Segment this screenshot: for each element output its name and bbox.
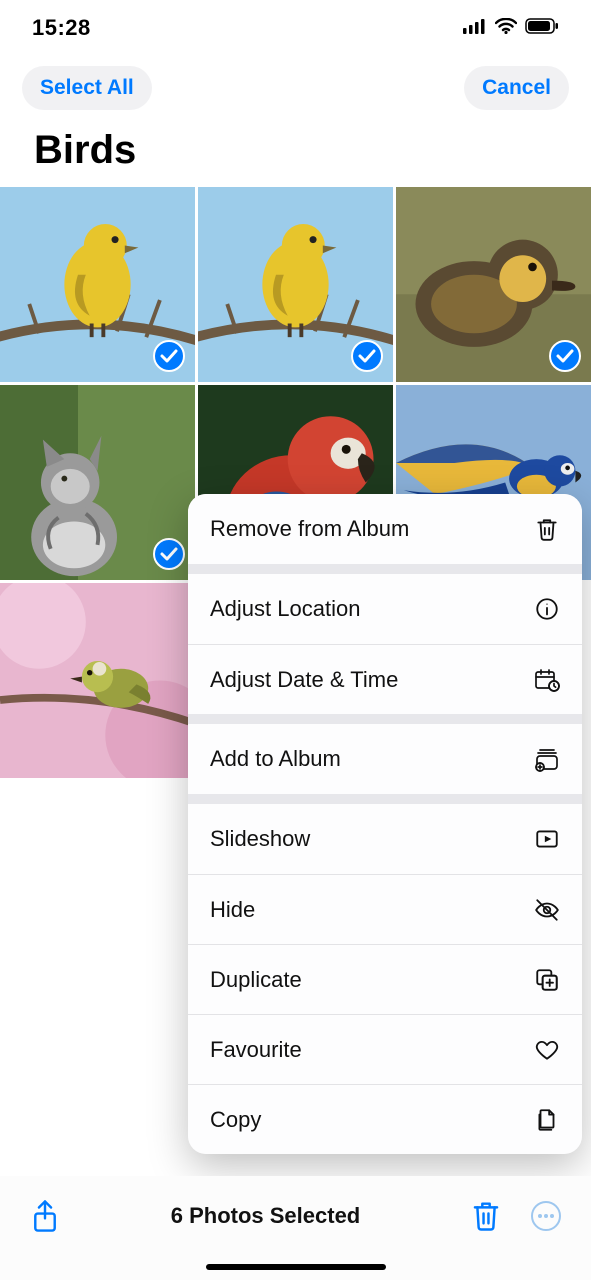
- heart-icon: [534, 1037, 560, 1063]
- menu-label: Duplicate: [210, 967, 302, 993]
- battery-icon: [525, 18, 559, 39]
- status-time: 15:28: [32, 15, 91, 41]
- photo-thumbnail[interactable]: [198, 187, 393, 382]
- photo-thumbnail[interactable]: [0, 385, 195, 580]
- menu-add-to-album[interactable]: Add to Album: [188, 724, 582, 794]
- duplicate-icon: [534, 967, 560, 993]
- status-indicators: [463, 18, 559, 39]
- menu-copy[interactable]: Copy: [188, 1084, 582, 1154]
- menu-label: Adjust Location: [210, 596, 360, 622]
- photo-thumbnail[interactable]: [0, 583, 195, 778]
- cancel-button[interactable]: Cancel: [464, 66, 569, 110]
- status-bar: 15:28: [0, 0, 591, 56]
- info-icon: [534, 596, 560, 622]
- selected-checkmark-icon: [153, 340, 185, 372]
- wifi-icon: [495, 18, 517, 39]
- selected-checkmark-icon: [351, 340, 383, 372]
- photo-thumbnail[interactable]: [396, 187, 591, 382]
- action-sheet: Remove from Album Adjust Location Adjust…: [188, 494, 582, 1154]
- menu-label: Remove from Album: [210, 516, 409, 542]
- more-button[interactable]: [529, 1199, 563, 1233]
- selected-checkmark-icon: [153, 538, 185, 570]
- selected-checkmark-icon: [549, 340, 581, 372]
- share-icon: [30, 1199, 60, 1233]
- menu-label: Slideshow: [210, 826, 310, 852]
- menu-label: Copy: [210, 1107, 261, 1133]
- menu-favourite[interactable]: Favourite: [188, 1014, 582, 1084]
- page-title: Birds: [0, 120, 591, 187]
- menu-label: Favourite: [210, 1037, 302, 1063]
- home-indicator: [206, 1264, 386, 1270]
- trash-icon: [471, 1200, 501, 1232]
- menu-separator: [188, 714, 582, 724]
- menu-adjust-date-time[interactable]: Adjust Date & Time: [188, 644, 582, 714]
- share-button[interactable]: [28, 1199, 62, 1233]
- menu-duplicate[interactable]: Duplicate: [188, 944, 582, 1014]
- calendar-clock-icon: [534, 667, 560, 693]
- select-all-button[interactable]: Select All: [22, 66, 152, 110]
- menu-label: Add to Album: [210, 746, 341, 772]
- nav-bar: Select All Cancel: [0, 56, 591, 120]
- menu-slideshow[interactable]: Slideshow: [188, 804, 582, 874]
- warbler-blossom-illustration: [0, 583, 195, 778]
- cellular-icon: [463, 18, 487, 39]
- selection-count: 6 Photos Selected: [171, 1203, 361, 1229]
- menu-adjust-location[interactable]: Adjust Location: [188, 574, 582, 644]
- play-rect-icon: [534, 826, 560, 852]
- menu-separator: [188, 794, 582, 804]
- eye-slash-icon: [534, 897, 560, 923]
- menu-remove-from-album[interactable]: Remove from Album: [188, 494, 582, 564]
- photo-thumbnail[interactable]: [0, 187, 195, 382]
- menu-label: Hide: [210, 897, 255, 923]
- menu-separator: [188, 564, 582, 574]
- album-add-icon: [534, 746, 560, 772]
- menu-hide[interactable]: Hide: [188, 874, 582, 944]
- ellipsis-circle-icon: [530, 1200, 562, 1232]
- menu-label: Adjust Date & Time: [210, 667, 398, 693]
- trash-icon: [534, 516, 560, 542]
- trash-button[interactable]: [469, 1199, 503, 1233]
- copy-doc-icon: [534, 1107, 560, 1133]
